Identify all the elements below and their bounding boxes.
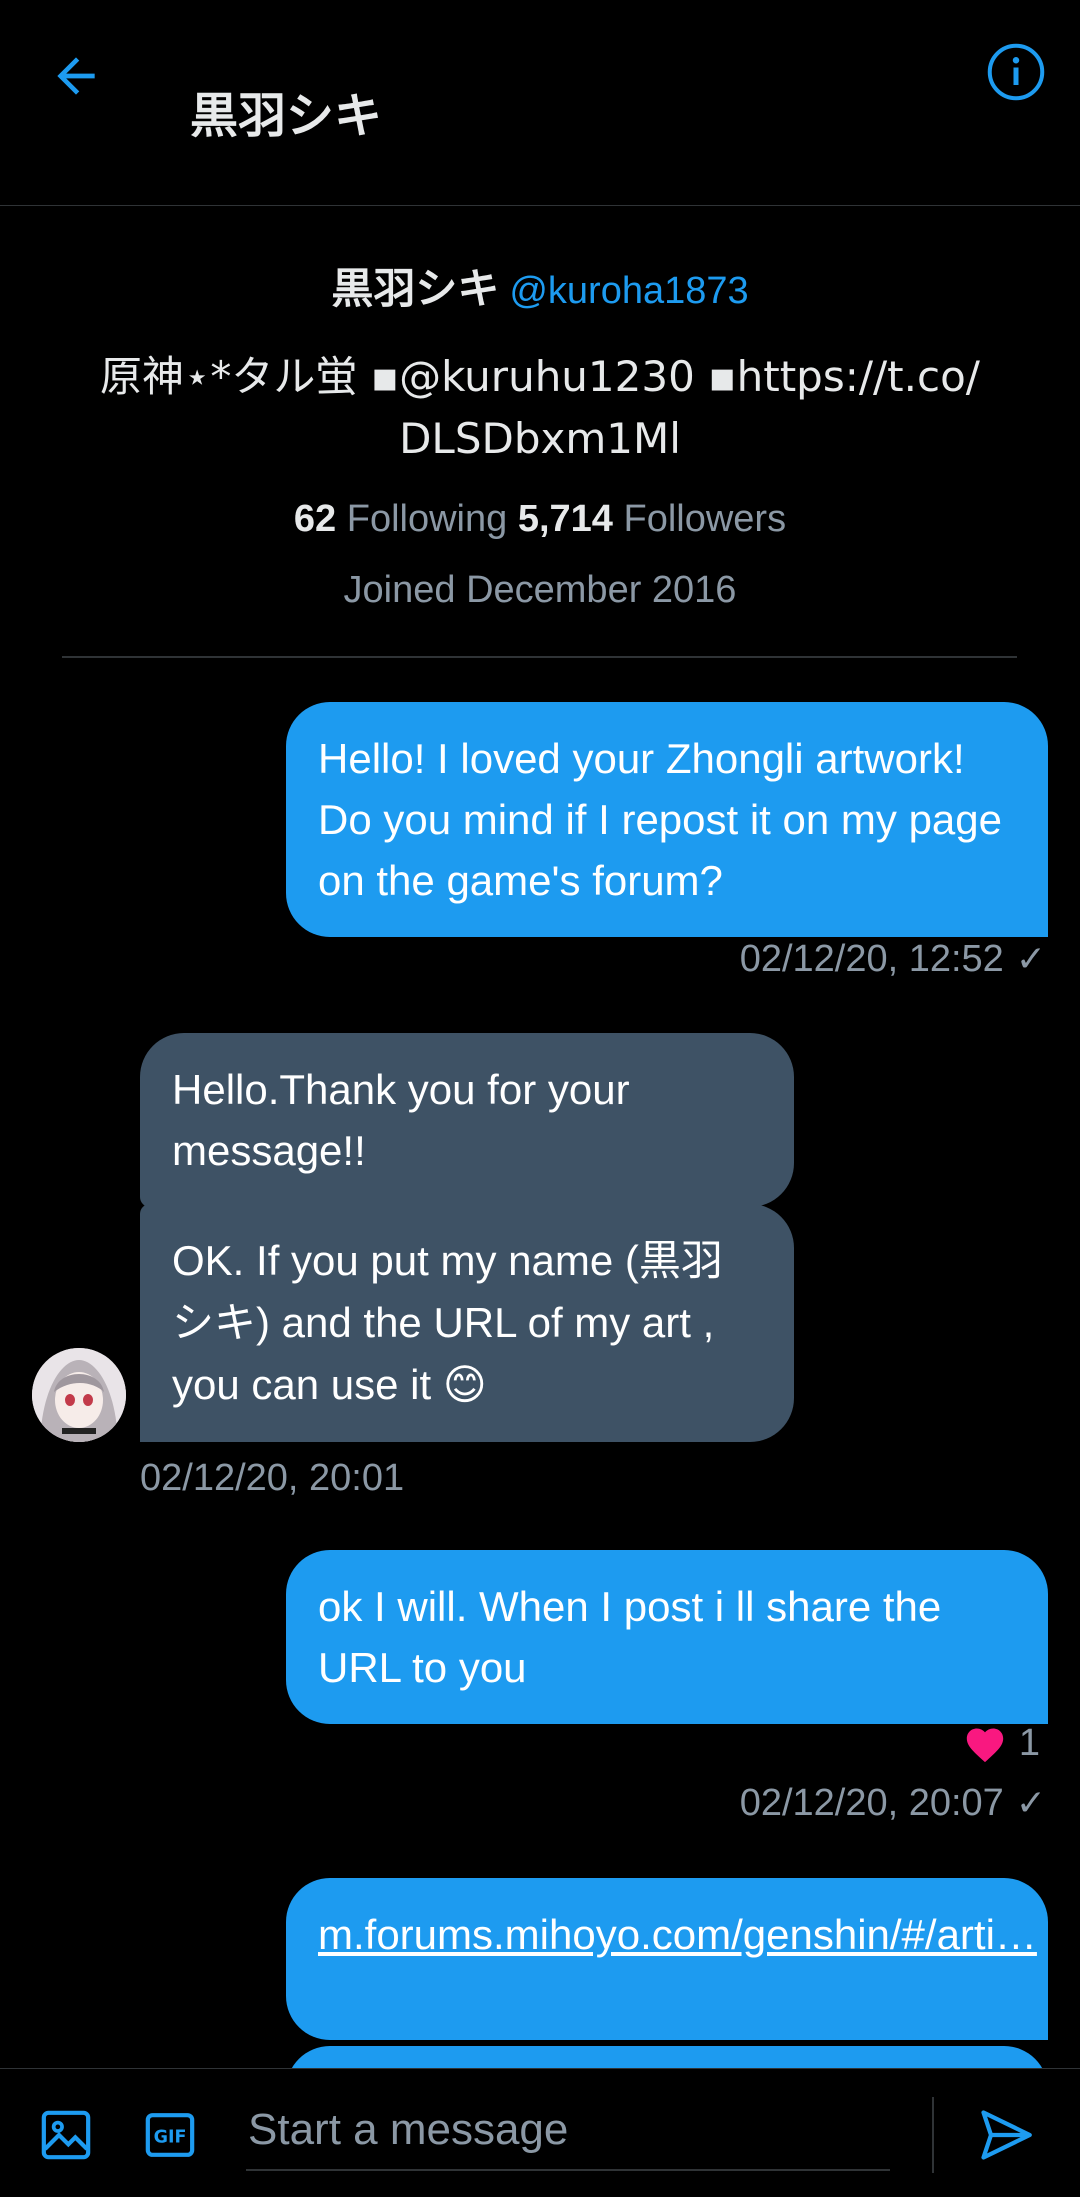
message-reaction[interactable]: 1 [963,1722,1040,1765]
outgoing-message[interactable]: ok I will. When I post i ll share the UR… [286,1550,1048,1724]
conversation-header: 黒羽シキ [0,0,1080,206]
following-label: Following [346,498,508,540]
profile-name: 黒羽シキ [331,264,500,313]
joined-date: Joined December 2016 [343,569,737,611]
image-icon[interactable] [38,2107,94,2163]
message-timestamp: 02/12/20, 20:01 [140,1457,405,1499]
message-timestamp: 02/12/20, 12:52 [739,938,1004,980]
heart-icon [966,1728,1004,1762]
gif-icon[interactable]: GIF [142,2107,198,2163]
message-link[interactable]: m.forums.mihoyo.com/genshin/#/arti… [318,1911,1037,1958]
divider [932,2097,934,2173]
profile-summary[interactable]: 黒羽シキ @kuroha1873 原神⋆*タル蛍 ▪@kuruhu1230 ▪ht… [0,255,1080,612]
incoming-message[interactable]: OK. If you put my name (黒羽シキ) and the UR… [140,1204,794,1442]
conversation-title[interactable]: 黒羽シキ [190,76,382,146]
message-meta: 02/12/20, 12:52 ✓ [740,938,1046,981]
incoming-message[interactable]: Hello.Thank you for your message!! [140,1033,794,1207]
info-icon[interactable] [986,42,1046,102]
avatar[interactable] [32,1348,126,1442]
profile-handle: @kuroha1873 [509,270,749,312]
divider [62,656,1017,658]
sent-check-icon: ✓ [1015,1782,1046,1823]
following-count: 62 [293,498,337,540]
followers-count: 5,714 [517,498,613,540]
message-input[interactable] [246,2091,890,2171]
message-timestamp: 02/12/20, 20:07 [739,1782,1004,1824]
reaction-count: 1 [1018,1722,1040,1764]
message-meta: 02/12/20, 20:07 ✓ [740,1782,1046,1825]
back-arrow-icon[interactable] [48,48,104,104]
message-composer: GIF [0,2068,1080,2197]
profile-stats: 62 Following 5,714 Followers [0,498,1080,541]
outgoing-message[interactable]: Hello! I loved your Zhongli artwork! Do … [286,702,1048,937]
profile-name-line: 黒羽シキ @kuroha1873 [0,255,1080,316]
followers-label: Followers [623,498,787,540]
send-icon[interactable] [976,2105,1036,2165]
profile-bio: 原神⋆*タル蛍 ▪@kuruhu1230 ▪https://t.co/ DLSD… [100,352,980,463]
svg-text:GIF: GIF [154,2127,187,2147]
outgoing-message[interactable]: m.forums.mihoyo.com/genshin/#/arti… [286,1878,1048,2040]
sent-check-icon: ✓ [1015,938,1046,979]
